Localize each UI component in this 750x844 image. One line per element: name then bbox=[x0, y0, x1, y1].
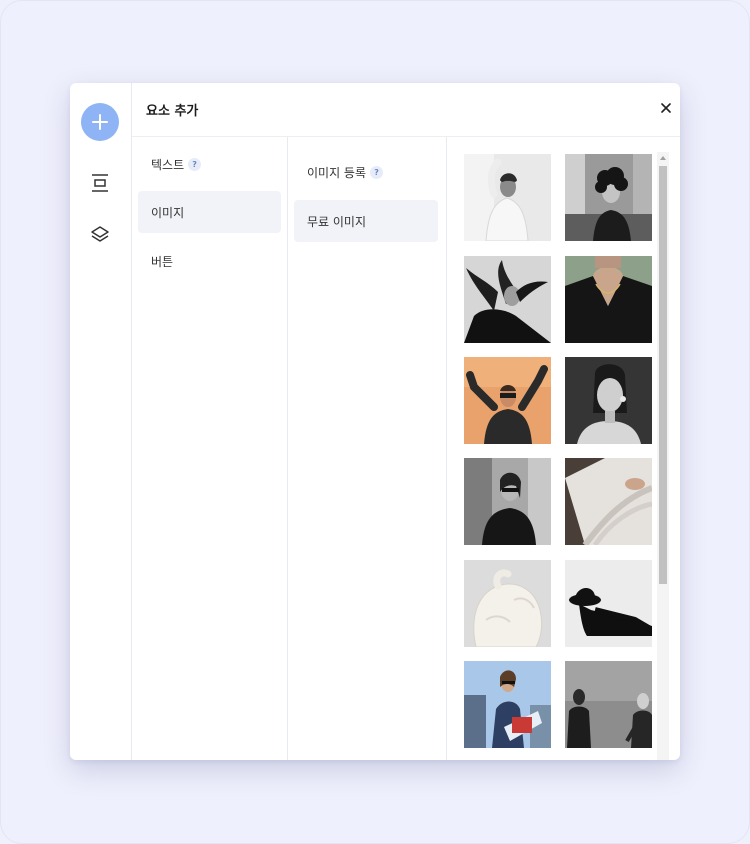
panel-header: 요소 추가 bbox=[132, 83, 680, 137]
add-element-panel: 요소 추가 텍스트 ? 이미지 버튼 이미지 등록 ? 무료 이미지 bbox=[70, 83, 680, 760]
category-label: 이미지 bbox=[151, 205, 185, 220]
subcategory-list: 이미지 등록 ? 무료 이미지 bbox=[288, 137, 447, 760]
category-label: 텍스트 bbox=[151, 157, 185, 172]
gallery-image-woman-portrait-dark[interactable] bbox=[565, 357, 652, 444]
subcategory-item-upload[interactable]: 이미지 등록 ? bbox=[294, 151, 438, 193]
category-item-text[interactable]: 텍스트 ? bbox=[138, 143, 281, 185]
gallery-image-woman-knit-fabric[interactable] bbox=[565, 458, 652, 545]
category-item-button[interactable]: 버튼 bbox=[138, 240, 281, 282]
plus-icon bbox=[92, 114, 108, 130]
gallery-image-woman-black-hat[interactable] bbox=[565, 560, 652, 647]
gallery-image-woman-curly-hair[interactable] bbox=[565, 154, 652, 241]
scroll-up-icon[interactable] bbox=[659, 154, 667, 162]
subcategory-label: 무료 이미지 bbox=[307, 214, 367, 229]
subcategory-label: 이미지 등록 bbox=[307, 165, 367, 180]
gallery-image-woman-sunglasses-street[interactable] bbox=[464, 458, 551, 545]
subcategory-item-free-images[interactable]: 무료 이미지 bbox=[294, 200, 438, 242]
panel-title: 요소 추가 bbox=[146, 104, 199, 119]
close-button[interactable] bbox=[658, 100, 674, 116]
align-icon[interactable] bbox=[89, 172, 111, 194]
scrollbar-thumb[interactable] bbox=[659, 166, 667, 584]
help-icon[interactable]: ? bbox=[188, 157, 202, 171]
category-list: 텍스트 ? 이미지 버튼 bbox=[132, 137, 288, 760]
gallery-image-woman-necklace[interactable] bbox=[565, 256, 652, 343]
category-item-image[interactable]: 이미지 bbox=[138, 191, 281, 233]
gallery-image-woman-orange-background[interactable] bbox=[464, 357, 551, 444]
gallery-image-mannequins-gray[interactable] bbox=[565, 661, 652, 748]
close-icon bbox=[661, 103, 671, 113]
category-label: 버튼 bbox=[151, 254, 174, 269]
add-element-button[interactable] bbox=[81, 103, 119, 141]
gallery-image-woman-flowing-hair[interactable] bbox=[464, 256, 551, 343]
gallery-image-fluffy-white-coat[interactable] bbox=[464, 560, 551, 647]
gallery-image-woman-sunglasses-sky[interactable] bbox=[464, 661, 551, 748]
image-gallery bbox=[447, 137, 680, 760]
help-icon[interactable]: ? bbox=[370, 165, 384, 179]
side-rail bbox=[70, 83, 132, 760]
gallery-scrollbar[interactable] bbox=[657, 152, 669, 760]
layers-icon[interactable] bbox=[89, 223, 111, 245]
gallery-image-woman-white-sweater[interactable] bbox=[464, 154, 551, 241]
